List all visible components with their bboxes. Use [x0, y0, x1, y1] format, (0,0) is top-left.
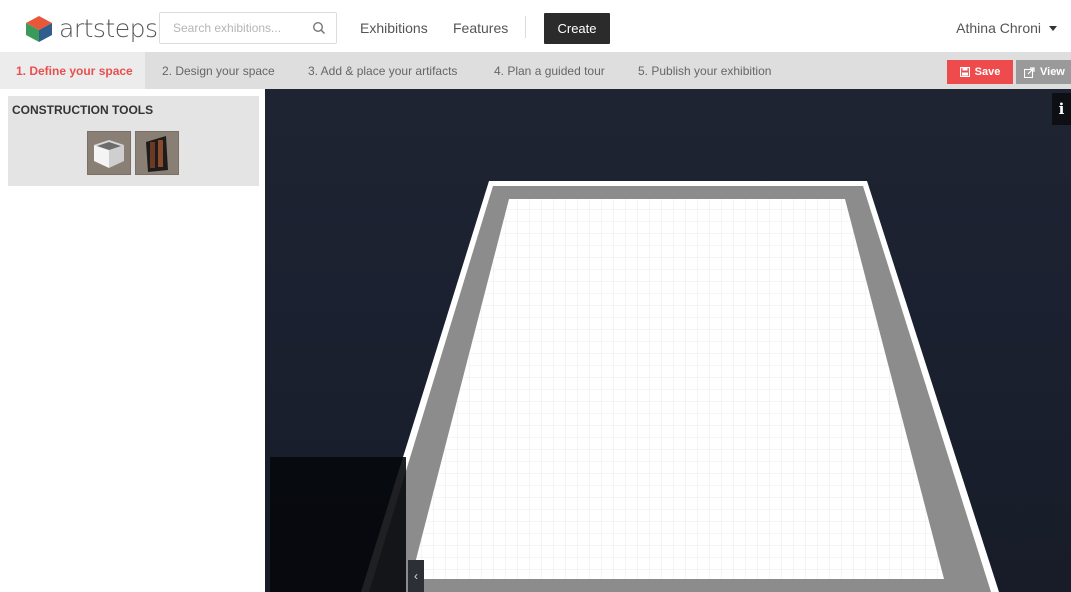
nav-exhibitions-link[interactable]: Exhibitions — [360, 20, 428, 36]
room-tool-button[interactable] — [87, 131, 131, 175]
view-label: View — [1040, 66, 1065, 78]
step-design-space[interactable]: 2. Design your space — [162, 52, 275, 89]
step-define-space[interactable]: 1. Define your space — [0, 52, 145, 89]
brand-logo[interactable]: artsteps — [22, 10, 158, 46]
brand-name: artsteps — [59, 13, 158, 43]
save-label: Save — [974, 66, 1001, 78]
view-button[interactable]: View — [1016, 60, 1071, 84]
info-button[interactable]: i — [1052, 93, 1071, 125]
construction-tools-panel: CONSTRUCTION TOOLS — [8, 96, 259, 186]
minimap-panel[interactable] — [270, 457, 406, 592]
search-box — [159, 12, 337, 44]
door-tool-button[interactable] — [135, 131, 179, 175]
step-add-artifacts[interactable]: 3. Add & place your artifacts — [308, 52, 457, 89]
room-icon — [94, 140, 124, 168]
nav-features-link[interactable]: Features — [453, 20, 508, 36]
door-icon — [146, 136, 168, 172]
steps-bar: 1. Define your space 2. Design your spac… — [0, 52, 1071, 89]
user-name: Athina Chroni — [956, 20, 1041, 36]
minimap-toggle-button[interactable]: ‹ — [408, 560, 424, 592]
panel-title: CONSTRUCTION TOOLS — [12, 103, 154, 117]
save-icon — [959, 67, 970, 77]
top-navbar: artsteps Exhibitions Features Create Ath… — [0, 0, 1071, 52]
search-icon[interactable] — [312, 21, 326, 35]
step-guided-tour[interactable]: 4. Plan a guided tour — [494, 52, 605, 89]
nav-divider — [525, 16, 526, 38]
step-publish[interactable]: 5. Publish your exhibition — [638, 52, 771, 89]
save-button[interactable]: Save — [947, 60, 1013, 84]
create-button[interactable]: Create — [544, 13, 610, 44]
artsteps-logo-icon — [26, 16, 52, 42]
external-link-icon — [1024, 66, 1035, 78]
search-input[interactable] — [160, 21, 305, 35]
user-menu[interactable]: Athina Chroni — [956, 20, 1057, 36]
caret-down-icon — [1049, 25, 1057, 31]
